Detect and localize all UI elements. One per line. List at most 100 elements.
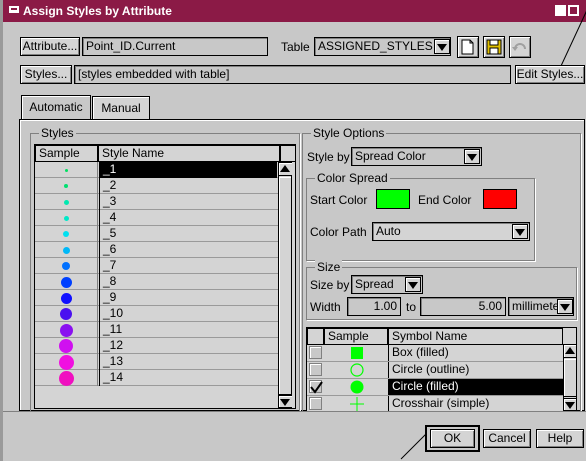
style-row[interactable]: _14 (35, 370, 278, 386)
scroll-thumb[interactable] (279, 177, 291, 395)
style-by-select[interactable]: Spread Color (351, 147, 482, 166)
symbol-name: Crosshair (simple) (388, 396, 563, 411)
styles-field[interactable]: [styles embedded with table] (74, 65, 511, 84)
undo-button[interactable] (509, 36, 531, 58)
symbol-sample (325, 396, 388, 411)
style-name: _6 (99, 242, 277, 258)
symbol-checkbox[interactable] (309, 397, 322, 410)
chevron-down-icon[interactable] (512, 224, 528, 239)
chevron-down-icon[interactable] (434, 39, 450, 54)
col-header-symbol-sample[interactable]: Sample (324, 328, 388, 345)
style-row[interactable]: _4 (35, 210, 278, 226)
attribute-button[interactable]: Attribute... (20, 37, 80, 56)
scroll-down-icon[interactable] (564, 398, 576, 411)
symbol-list[interactable]: Sample Symbol Name Box (filled) Circle (o… (306, 327, 577, 412)
style-row[interactable]: _10 (35, 306, 278, 322)
footer-divider (3, 411, 586, 412)
style-row[interactable]: _8 (35, 274, 278, 290)
style-row[interactable]: _11 (35, 322, 278, 338)
help-button[interactable]: Help (536, 429, 584, 448)
styles-button[interactable]: Styles... (20, 65, 72, 84)
symbol-name: Circle (outline) (388, 362, 563, 378)
window-menu-icon[interactable] (9, 6, 19, 13)
symbol-sample (325, 345, 388, 361)
style-row[interactable]: _5 (35, 226, 278, 242)
style-sample (35, 290, 98, 306)
undo-icon (512, 43, 526, 51)
style-by-value: Spread Color (355, 149, 426, 163)
automatic-tab-panel: Styles Sample Style Name _1 _2 _3 _4 _5 _6 _7 _… (19, 119, 585, 412)
chevron-down-icon[interactable] (557, 299, 573, 314)
symbol-name: Box (filled) (388, 345, 563, 361)
style-name: _2 (99, 178, 277, 194)
start-color-swatch[interactable] (376, 189, 410, 209)
chevron-down-icon[interactable] (405, 277, 421, 292)
tab-automatic[interactable]: Automatic (21, 95, 91, 120)
style-sample (35, 274, 98, 290)
style-sample-dot (60, 308, 72, 320)
style-sample-dot (58, 370, 74, 386)
arrow-up-icon (565, 347, 575, 354)
tab-manual[interactable]: Manual (92, 96, 150, 120)
cancel-button[interactable]: Cancel (483, 429, 531, 448)
symbol-checkbox[interactable] (309, 363, 322, 376)
table-select[interactable]: ASSIGNED_STYLES (314, 37, 451, 56)
symbol-checkbox[interactable] (309, 346, 322, 359)
style-row[interactable]: _1 (35, 162, 278, 178)
symbol-row[interactable]: Box (filled) (307, 345, 563, 362)
style-row[interactable]: _9 (35, 290, 278, 306)
arrow-down-icon (280, 399, 290, 406)
symbol-row[interactable]: Circle (filled) (307, 379, 563, 396)
col-header-style-name[interactable]: Style Name (98, 145, 280, 162)
style-row[interactable]: _12 (35, 338, 278, 354)
scroll-down-icon[interactable] (279, 395, 292, 408)
color-spread-group: Color Spread Start Color End Color Color… (306, 171, 535, 261)
color-spread-title: Color Spread (315, 171, 390, 185)
col-header-sample[interactable]: Sample (35, 145, 98, 162)
symbol-row[interactable]: Circle (outline) (307, 362, 563, 379)
col-header-symbol-name[interactable]: Symbol Name (388, 328, 563, 345)
save-button[interactable] (483, 36, 505, 58)
title-bar[interactable]: Assign Styles by Attribute (3, 0, 586, 22)
styles-scrollbar[interactable] (278, 162, 292, 408)
symbols-scrollbar[interactable] (563, 344, 576, 411)
chevron-down-icon[interactable] (464, 149, 480, 164)
style-sample-dot (63, 231, 69, 237)
width-label: Width (310, 300, 341, 314)
width-from-input[interactable]: 1.00 (347, 297, 401, 316)
callout-line-top (560, 10, 586, 67)
checkmark-icon (310, 381, 323, 394)
scroll-up-icon[interactable] (564, 345, 576, 358)
style-name: _12 (99, 338, 277, 354)
style-row[interactable]: _13 (35, 354, 278, 370)
style-sample (35, 370, 98, 386)
width-to-input[interactable]: 5.00 (420, 297, 506, 316)
style-options-group: Style Options Style by Spread Color Colo… (302, 126, 581, 412)
color-path-select[interactable]: Auto (372, 222, 530, 241)
style-sample (35, 354, 98, 370)
style-row[interactable]: _6 (35, 242, 278, 258)
style-sample-dot (63, 215, 69, 221)
symbols-scroll-thumb[interactable] (564, 359, 576, 397)
circle-filled-icon (350, 380, 364, 394)
style-sample-dot (60, 292, 72, 304)
window-title: Assign Styles by Attribute (23, 4, 172, 18)
symbol-row[interactable]: Crosshair (simple) (307, 396, 563, 411)
style-sample (35, 306, 98, 322)
scroll-up-icon[interactable] (279, 163, 292, 176)
edit-styles-button[interactable]: Edit Styles... (515, 65, 585, 84)
ok-button[interactable]: OK (430, 429, 475, 448)
styles-list[interactable]: Sample Style Name _1 _2 _3 _4 _5 _6 _7 _8 _9 _10 _… (34, 144, 296, 409)
size-by-value: Spread (355, 277, 394, 291)
col-header-check (307, 328, 324, 345)
symbol-checkbox[interactable] (309, 380, 323, 394)
attribute-field[interactable]: Point_ID.Current (82, 37, 268, 56)
end-color-swatch[interactable] (483, 189, 517, 209)
style-row[interactable]: _3 (35, 194, 278, 210)
style-by-label: Style by (307, 150, 350, 164)
style-name: _5 (99, 226, 277, 242)
new-document-button[interactable] (457, 36, 479, 58)
style-row[interactable]: _2 (35, 178, 278, 194)
box-filled-icon (351, 347, 363, 359)
style-row[interactable]: _7 (35, 258, 278, 274)
